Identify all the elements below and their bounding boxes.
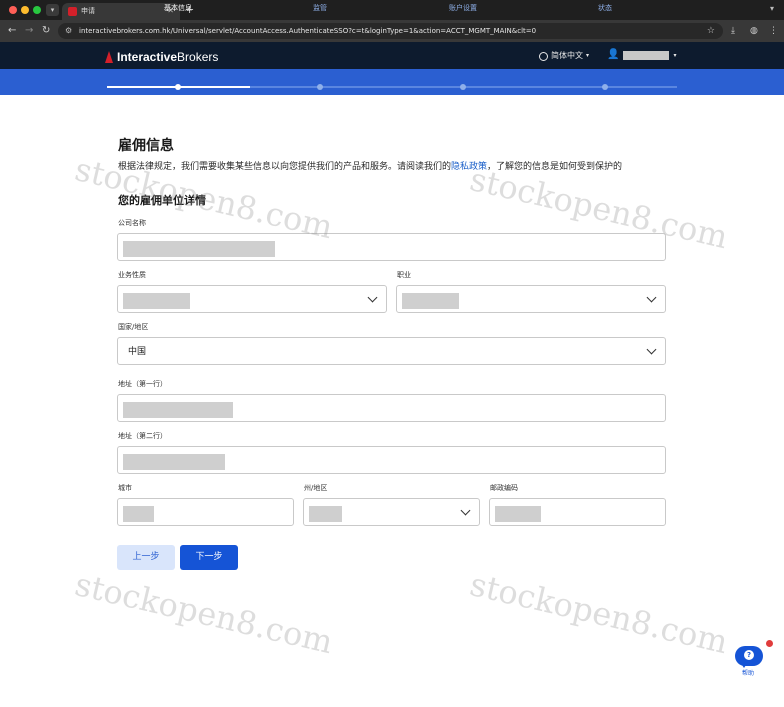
bookmark-star-icon[interactable]: ☆: [707, 25, 715, 37]
logo-mark-icon: [105, 51, 114, 63]
address-line1-input[interactable]: [117, 394, 666, 422]
redacted-value: [402, 293, 459, 309]
redacted-value: [123, 402, 233, 418]
privacy-intro-text: 根据法律规定，我们需要收集某些信息以向您提供我们的产品和服务。请阅读我们的隐私政…: [118, 161, 622, 174]
tab-list-chevron-down-icon[interactable]: ▾: [46, 4, 59, 16]
page-title: 雇佣信息: [118, 138, 174, 154]
window-close-button[interactable]: [9, 6, 17, 14]
state-label: 州/地区: [304, 484, 328, 492]
tab-search-chevron-icon[interactable]: ▾: [770, 4, 774, 13]
chevron-down-icon: [646, 344, 657, 355]
user-name-redacted: [623, 50, 670, 60]
step-label-regulatory: 监管: [313, 4, 327, 12]
url-text[interactable]: interactivebrokers.com.hk/Universal/serv…: [79, 26, 536, 36]
step-dot-basic-info: [175, 84, 181, 90]
reload-icon[interactable]: ↻: [42, 24, 50, 38]
postal-code-input[interactable]: [489, 498, 666, 526]
redacted-value: [123, 454, 225, 470]
next-step-button[interactable]: 下一步: [180, 545, 238, 570]
occupation-label: 职业: [397, 271, 411, 279]
favicon-icon: [68, 7, 77, 16]
step-dot-account-setup: [460, 84, 466, 90]
step-dot-status: [602, 84, 608, 90]
watermark: stockopen8.com: [71, 565, 337, 662]
step-label-status: 状态: [598, 4, 612, 12]
browser-menu-icon[interactable]: ⋮: [769, 24, 778, 38]
redacted-value: [123, 506, 154, 522]
address-line2-input[interactable]: [117, 446, 666, 474]
redacted-value: [495, 506, 541, 522]
help-label[interactable]: 帮助: [742, 670, 754, 678]
caret-down-icon: ▾: [673, 51, 677, 59]
redacted-value: [309, 506, 342, 522]
address-line1-label: 地址（第一行）: [118, 380, 167, 388]
language-label: 简体中文: [551, 51, 583, 60]
question-mark-icon: ?: [744, 650, 754, 660]
section-title: 您的雇佣单位详情: [118, 194, 206, 207]
city-input[interactable]: [117, 498, 294, 526]
chevron-down-icon: [646, 292, 657, 303]
logo-text-regular: Brokers: [177, 50, 219, 64]
company-name-label: 公司名称: [118, 219, 146, 227]
country-label: 国家/地区: [118, 323, 149, 331]
bubble-tail: [740, 662, 748, 668]
step-dot-regulatory: [317, 84, 323, 90]
browser-tab-bar: ▾ 申请 ✕ + ▾: [0, 0, 784, 20]
address-bar[interactable]: ⚙ interactivebrokers.com.hk/Universal/se…: [58, 23, 723, 39]
browser-tab[interactable]: 申请 ✕: [62, 3, 180, 20]
interactive-brokers-logo[interactable]: Interactive Brokers: [105, 50, 218, 64]
business-nature-label: 业务性质: [118, 271, 146, 279]
language-selector[interactable]: 简体中文 ▾: [539, 50, 589, 62]
globe-icon: [539, 51, 548, 61]
occupation-select[interactable]: [396, 285, 666, 313]
tab-title: 申请: [81, 7, 95, 15]
site-header: Interactive Brokers 简体中文 ▾ 👤 ▾: [0, 42, 784, 69]
intro-text-before: 根据法律规定，我们需要收集某些信息以向您提供我们的产品和服务。请阅读我们的: [118, 162, 452, 172]
logo-text-bold: Interactive: [117, 50, 178, 64]
user-icon: 👤: [607, 49, 620, 60]
intro-text-after: ，了解您的信息是如何受到保护的: [487, 162, 623, 172]
browser-toolbar: ← → ↻ ⚙ interactivebrokers.com.hk/Univer…: [0, 20, 784, 42]
postal-code-label: 邮政编码: [490, 484, 518, 492]
redacted-value: [123, 241, 275, 257]
extension-icon[interactable]: ◍: [750, 24, 758, 38]
caret-down-icon: ▾: [586, 52, 590, 59]
company-name-input[interactable]: [117, 233, 666, 261]
previous-step-button[interactable]: 上一步: [117, 545, 175, 570]
help-chat-button[interactable]: ?: [735, 646, 763, 670]
forward-arrow-icon[interactable]: →: [25, 24, 33, 38]
window-minimize-button[interactable]: [21, 6, 29, 14]
user-menu[interactable]: 👤 ▾: [607, 49, 676, 61]
site-info-icon[interactable]: ⚙: [65, 25, 72, 37]
window-maximize-button[interactable]: [33, 6, 41, 14]
privacy-policy-link[interactable]: 隐私政策: [451, 162, 487, 172]
city-label: 城市: [118, 484, 132, 492]
address-line2-label: 地址（第二行）: [118, 432, 167, 440]
country-select[interactable]: 中国: [117, 337, 666, 365]
back-arrow-icon[interactable]: ←: [8, 24, 16, 38]
country-value: 中国: [128, 347, 147, 357]
notification-dot: [766, 640, 773, 647]
step-label-basic-info: 基本信息: [164, 4, 192, 12]
business-nature-select[interactable]: [117, 285, 387, 313]
step-label-account-setup: 账户设置: [449, 4, 477, 12]
download-icon[interactable]: ⤓: [731, 24, 735, 38]
progress-stepper: [0, 69, 784, 95]
redacted-value: [123, 293, 190, 309]
chevron-down-icon: [367, 292, 378, 303]
chevron-down-icon: [460, 505, 471, 516]
state-select[interactable]: [303, 498, 480, 526]
watermark: stockopen8.com: [466, 565, 732, 662]
